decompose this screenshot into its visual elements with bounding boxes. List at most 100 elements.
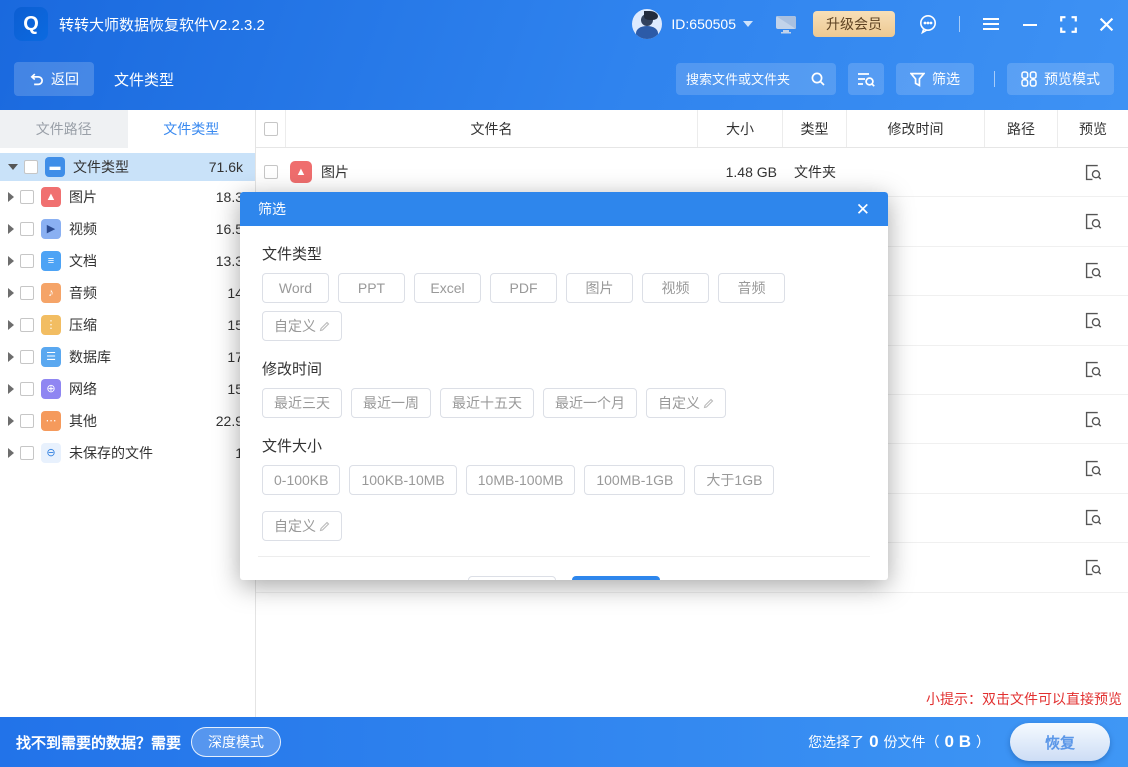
sidebar-item-unsaved[interactable]: ⊖未保存的文件1 [0, 437, 255, 469]
avatar[interactable] [632, 9, 662, 39]
table-header: 文件名大小类型修改时间路径预览 [256, 110, 1128, 148]
preview-icon[interactable] [1085, 312, 1102, 329]
sidebar-item-images[interactable]: ▲图片18.3 [0, 181, 255, 213]
checkbox[interactable] [20, 382, 34, 396]
grid-icon [1021, 71, 1037, 87]
checkbox[interactable] [20, 446, 34, 460]
sidebar-item-network[interactable]: ⊕网络15 [0, 373, 255, 405]
custom-filter-chip[interactable]: 自定义 [262, 511, 342, 541]
dialog-header[interactable]: 筛选 ✕ [240, 192, 888, 226]
filter-chip[interactable]: PPT [338, 273, 405, 303]
table-row[interactable]: ▲图片1.48 GB文件夹 [256, 148, 1128, 197]
caret-right-icon[interactable] [8, 416, 14, 426]
filter-chip[interactable]: 100MB-1GB [584, 465, 685, 495]
preview-icon[interactable] [1085, 411, 1102, 428]
custom-filter-chip[interactable]: 自定义 [646, 388, 726, 418]
filter-chip[interactable]: 最近十五天 [440, 388, 534, 418]
preview-icon[interactable] [1085, 559, 1102, 576]
menu-icon[interactable] [982, 17, 1000, 31]
list-search-icon [857, 71, 875, 87]
filter-chip[interactable]: 图片 [566, 273, 633, 303]
header: Q 转转大师数据恢复软件V2.2.3.2 ID:650505 升级会员 [0, 0, 1128, 110]
filter-chip[interactable]: 10MB-100MB [466, 465, 576, 495]
sidebar-item-database[interactable]: ☰数据库17 [0, 341, 255, 373]
preview-icon[interactable] [1085, 213, 1102, 230]
caret-right-icon[interactable] [8, 352, 14, 362]
sidebar-item-other[interactable]: ⋯其他22.9 [0, 405, 255, 437]
checkbox[interactable] [20, 190, 34, 204]
recover-button[interactable]: 恢复 [1010, 723, 1110, 761]
preview-cell [1058, 262, 1128, 279]
chip-label: 大于1GB [706, 470, 762, 490]
row-checkbox[interactable] [264, 165, 278, 179]
checkbox[interactable] [24, 160, 38, 174]
deep-scan-hint: 找不到需要的数据？需要 [16, 732, 181, 753]
tree-item-label: 视频 [69, 219, 97, 239]
filter-chip[interactable]: 大于1GB [694, 465, 774, 495]
back-button[interactable]: 返回 [14, 62, 94, 96]
select-all-checkbox[interactable] [264, 122, 278, 136]
file-type-cell: 文件夹 [783, 162, 847, 182]
chip-label: Word [279, 280, 312, 296]
caret-right-icon[interactable] [8, 384, 14, 394]
cancel-button[interactable]: 取消 [468, 576, 556, 580]
monitor-icon[interactable] [775, 14, 797, 34]
preview-cell [1058, 509, 1128, 526]
filter-chip[interactable]: 最近一周 [351, 388, 431, 418]
dialog-close-icon[interactable]: ✕ [856, 201, 870, 218]
filter-chip[interactable]: Excel [414, 273, 481, 303]
filter-chip[interactable]: PDF [490, 273, 557, 303]
preview-icon[interactable] [1085, 361, 1102, 378]
divider [258, 556, 870, 557]
search-box[interactable] [676, 63, 836, 95]
checkbox[interactable] [20, 350, 34, 364]
close-icon[interactable] [1099, 17, 1114, 32]
caret-right-icon[interactable] [8, 448, 14, 458]
chip-label: PPT [358, 280, 385, 296]
tab-file-path[interactable]: 文件路径 [0, 110, 128, 148]
preview-icon[interactable] [1085, 262, 1102, 279]
maximize-icon[interactable] [1060, 16, 1077, 33]
caret-right-icon[interactable] [8, 288, 14, 298]
caret-right-icon[interactable] [8, 224, 14, 234]
checkbox[interactable] [20, 254, 34, 268]
deep-mode-button[interactable]: 深度模式 [191, 727, 281, 757]
checkbox[interactable] [20, 222, 34, 236]
checkbox[interactable] [20, 286, 34, 300]
sidebar-item-videos[interactable]: ▶视频16.5 [0, 213, 255, 245]
preview-icon[interactable] [1085, 164, 1102, 181]
sidebar-item-audio[interactable]: ♪音频14 [0, 277, 255, 309]
customer-service-icon[interactable] [917, 13, 939, 35]
filter-chip[interactable]: 最近三天 [262, 388, 342, 418]
search-input[interactable] [686, 72, 810, 87]
custom-filter-chip[interactable]: 自定义 [262, 311, 342, 341]
tab-file-type[interactable]: 文件类型 [128, 110, 256, 148]
caret-right-icon[interactable] [8, 320, 14, 330]
filter-chip[interactable]: 最近一个月 [543, 388, 637, 418]
filter-chip[interactable]: Word [262, 273, 329, 303]
caret-down-icon[interactable] [8, 164, 18, 170]
search-icon[interactable] [810, 71, 826, 87]
checkbox[interactable] [20, 414, 34, 428]
minimize-icon[interactable] [1022, 17, 1038, 31]
caret-right-icon[interactable] [8, 192, 14, 202]
checkbox[interactable] [20, 318, 34, 332]
sidebar-item-docs[interactable]: ≡文档13.3 [0, 245, 255, 277]
filter-chip[interactable]: 音频 [718, 273, 785, 303]
preview-icon[interactable] [1085, 460, 1102, 477]
preview-mode-button[interactable]: 预览模式 [1007, 63, 1114, 95]
filter-chip[interactable]: 0-100KB [262, 465, 340, 495]
filter-button[interactable]: 筛选 [896, 63, 974, 95]
tree-item-label: 网络 [69, 379, 97, 399]
upgrade-member-button[interactable]: 升级会员 [813, 11, 895, 37]
preview-icon[interactable] [1085, 509, 1102, 526]
filter-section-label: 修改时间 [262, 358, 866, 379]
sidebar-item-archive[interactable]: ⋮压缩15 [0, 309, 255, 341]
filter-chip[interactable]: 100KB-10MB [349, 465, 456, 495]
caret-right-icon[interactable] [8, 256, 14, 266]
sidebar-item-file-type-root[interactable]: ▬文件类型71.6k [0, 153, 255, 181]
chevron-down-icon[interactable] [743, 21, 753, 27]
filter-chip[interactable]: 视频 [642, 273, 709, 303]
confirm-button[interactable]: 确定 [572, 576, 660, 580]
search-in-results-button[interactable] [848, 63, 884, 95]
